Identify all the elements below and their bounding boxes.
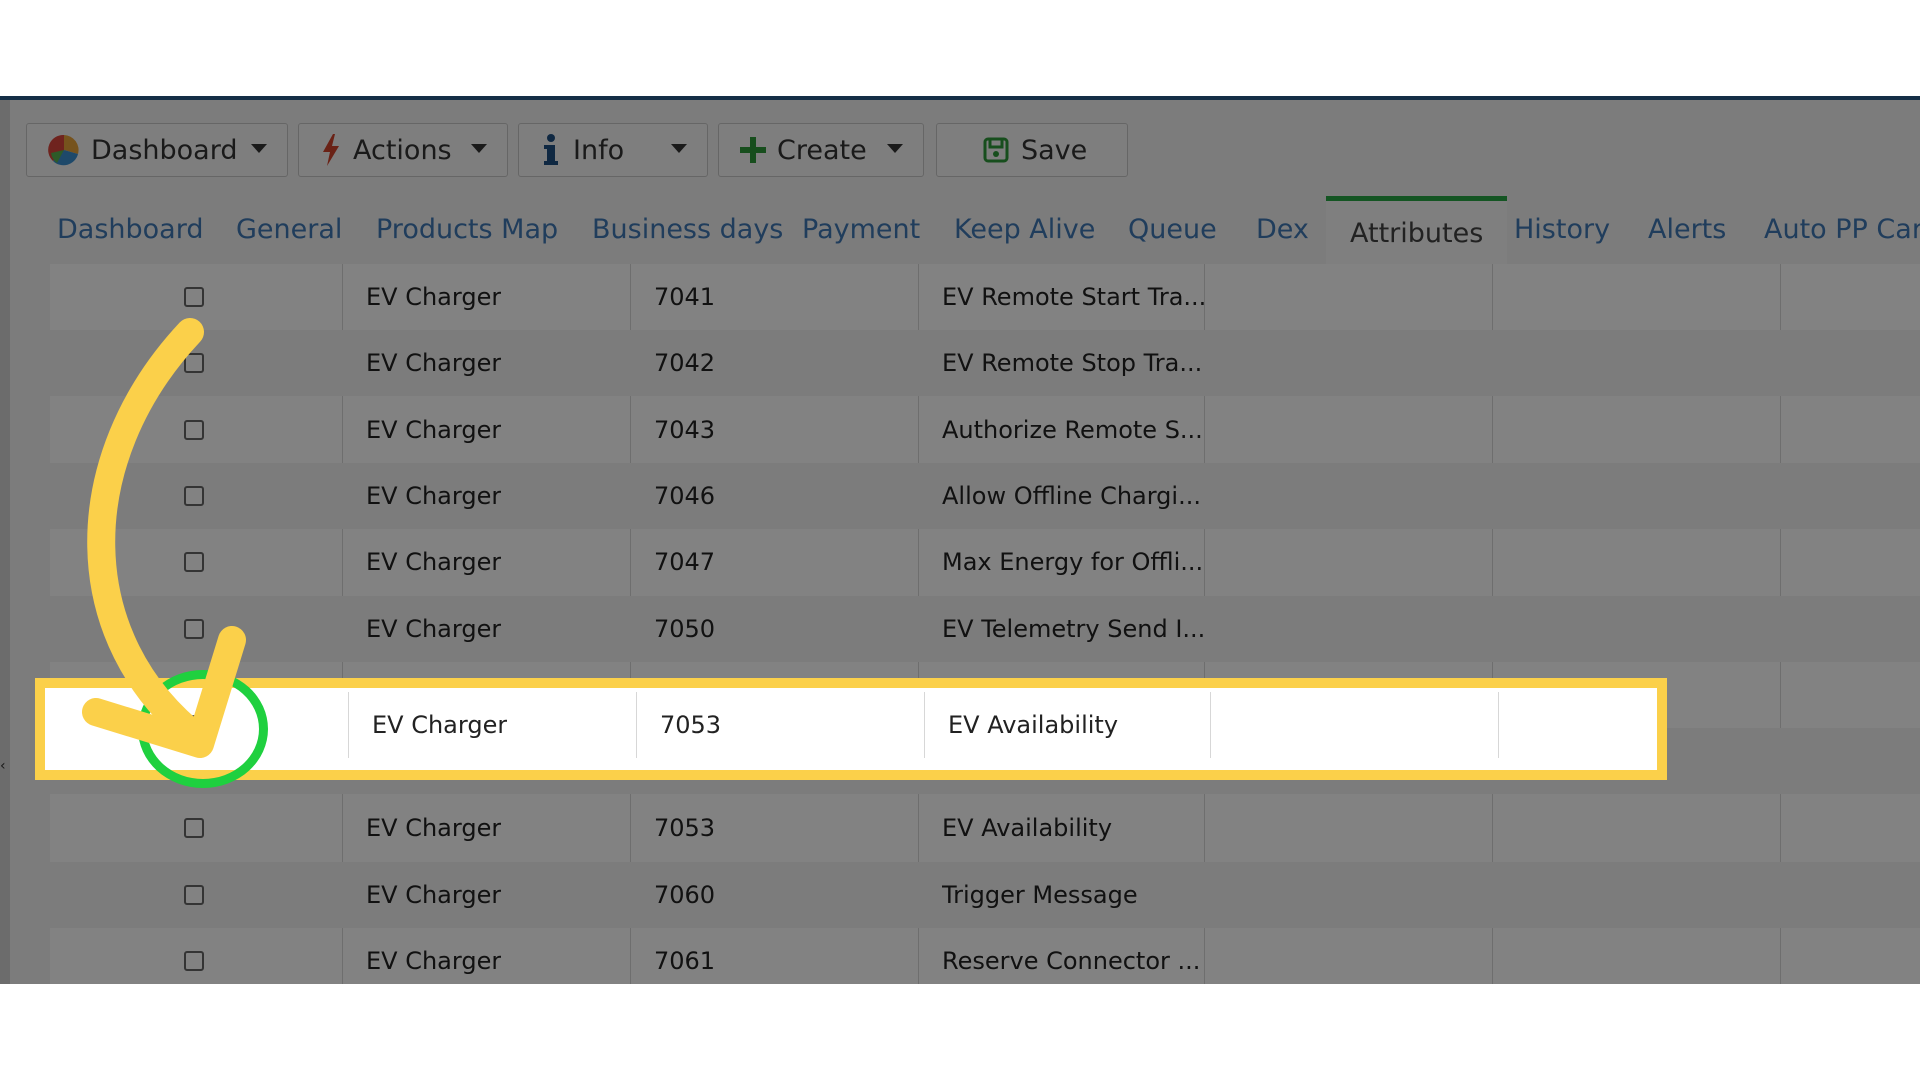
pointer-arrow-icon [82,318,246,758]
